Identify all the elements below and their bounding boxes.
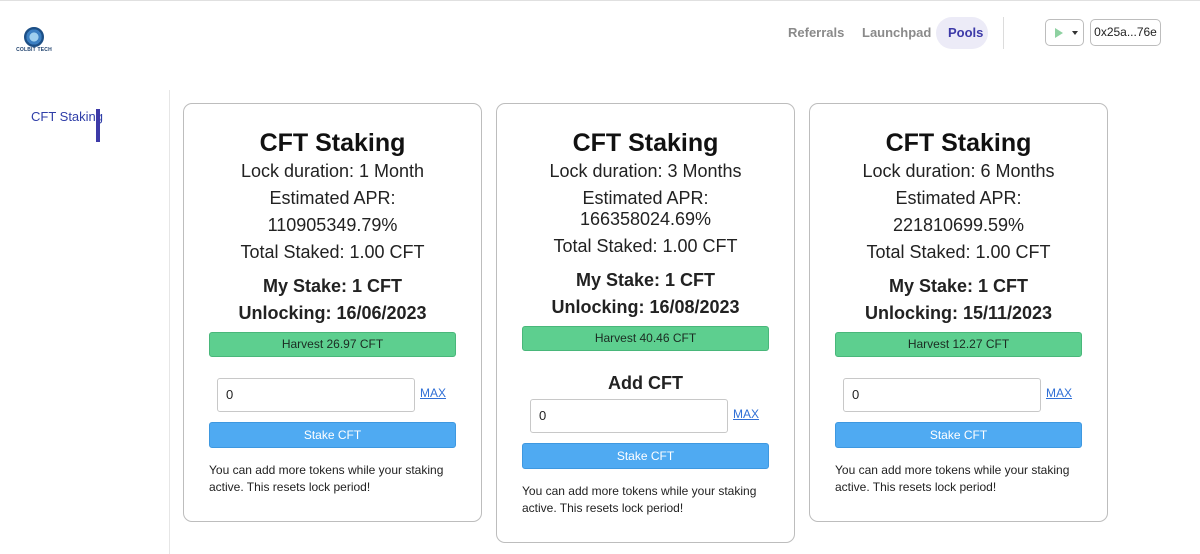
staking-card: CFT Staking Lock duration: 6 Months Esti… — [809, 103, 1108, 522]
my-stake: My Stake: 1 CFT — [888, 276, 1029, 296]
max-link[interactable]: MAX — [733, 407, 759, 421]
my-stake: My Stake: 1 CFT — [575, 270, 716, 290]
stake-button[interactable]: Stake CFT — [835, 422, 1082, 448]
stake-button[interactable]: Stake CFT — [522, 443, 769, 469]
sidebar-active-indicator — [96, 109, 100, 142]
harvest-button[interactable]: Harvest 12.27 CFT — [835, 332, 1082, 357]
staking-note: You can add more tokens while your staki… — [209, 463, 444, 494]
staking-note: You can add more tokens while your staki… — [835, 463, 1070, 494]
add-cft-title: Add CFT — [608, 373, 683, 393]
total-staked: Total Staked: 1.00 CFT — [866, 242, 1051, 262]
lock-duration: Lock duration: 6 Months — [862, 161, 1055, 181]
harvest-button[interactable]: Harvest 40.46 CFT — [522, 326, 769, 351]
nav-pools[interactable]: Pools — [936, 17, 988, 49]
staking-note: You can add more tokens while your staki… — [522, 484, 757, 515]
sidebar: CFT Staking — [0, 90, 170, 554]
estimated-apr: Estimated APR: 221810699.59% — [892, 188, 1025, 235]
top-navbar: COLBIT TECH Referrals Launchpad Pools 0x… — [0, 0, 1200, 72]
estimated-apr: Estimated APR: 166358024.69% — [579, 188, 712, 229]
nav-divider — [1003, 17, 1004, 49]
staking-card: CFT Staking Lock duration: 1 Month Estim… — [183, 103, 482, 522]
unlocking-date: Unlocking: 16/08/2023 — [551, 297, 740, 317]
chevron-down-icon — [1072, 31, 1078, 35]
stake-amount-input[interactable]: 0 — [217, 378, 415, 412]
estimated-apr: Estimated APR: 110905349.79% — [267, 188, 398, 235]
card-title: CFT Staking — [259, 129, 406, 157]
brand-logo[interactable]: COLBIT TECH — [16, 27, 52, 57]
sidebar-item-cft-staking[interactable]: CFT Staking — [31, 109, 103, 124]
max-link[interactable]: MAX — [420, 386, 446, 400]
logo-emblem-icon — [24, 27, 44, 47]
total-staked: Total Staked: 1.00 CFT — [553, 236, 738, 256]
nav-launchpad[interactable]: Launchpad — [850, 17, 943, 49]
nav-referrals[interactable]: Referrals — [776, 17, 856, 49]
unlocking-date: Unlocking: 16/06/2023 — [238, 303, 427, 323]
unlocking-date: Unlocking: 15/11/2023 — [864, 303, 1053, 323]
total-staked: Total Staked: 1.00 CFT — [240, 242, 425, 262]
my-stake: My Stake: 1 CFT — [262, 276, 403, 296]
stake-button[interactable]: Stake CFT — [209, 422, 456, 448]
logo-text: COLBIT TECH — [16, 47, 52, 53]
stake-amount-input[interactable]: 0 — [843, 378, 1041, 412]
harvest-button[interactable]: Harvest 26.97 CFT — [209, 332, 456, 357]
lock-duration: Lock duration: 3 Months — [549, 161, 742, 181]
staking-card: CFT Staking Lock duration: 3 Months Esti… — [496, 103, 795, 543]
network-selector-button[interactable] — [1045, 19, 1084, 46]
wallet-address-button[interactable]: 0x25a...76e — [1090, 19, 1161, 46]
play-icon — [1055, 28, 1063, 38]
card-title: CFT Staking — [572, 129, 719, 157]
stake-amount-input[interactable]: 0 — [530, 399, 728, 433]
max-link[interactable]: MAX — [1046, 386, 1072, 400]
card-title: CFT Staking — [885, 129, 1032, 157]
lock-duration: Lock duration: 1 Month — [240, 161, 425, 181]
